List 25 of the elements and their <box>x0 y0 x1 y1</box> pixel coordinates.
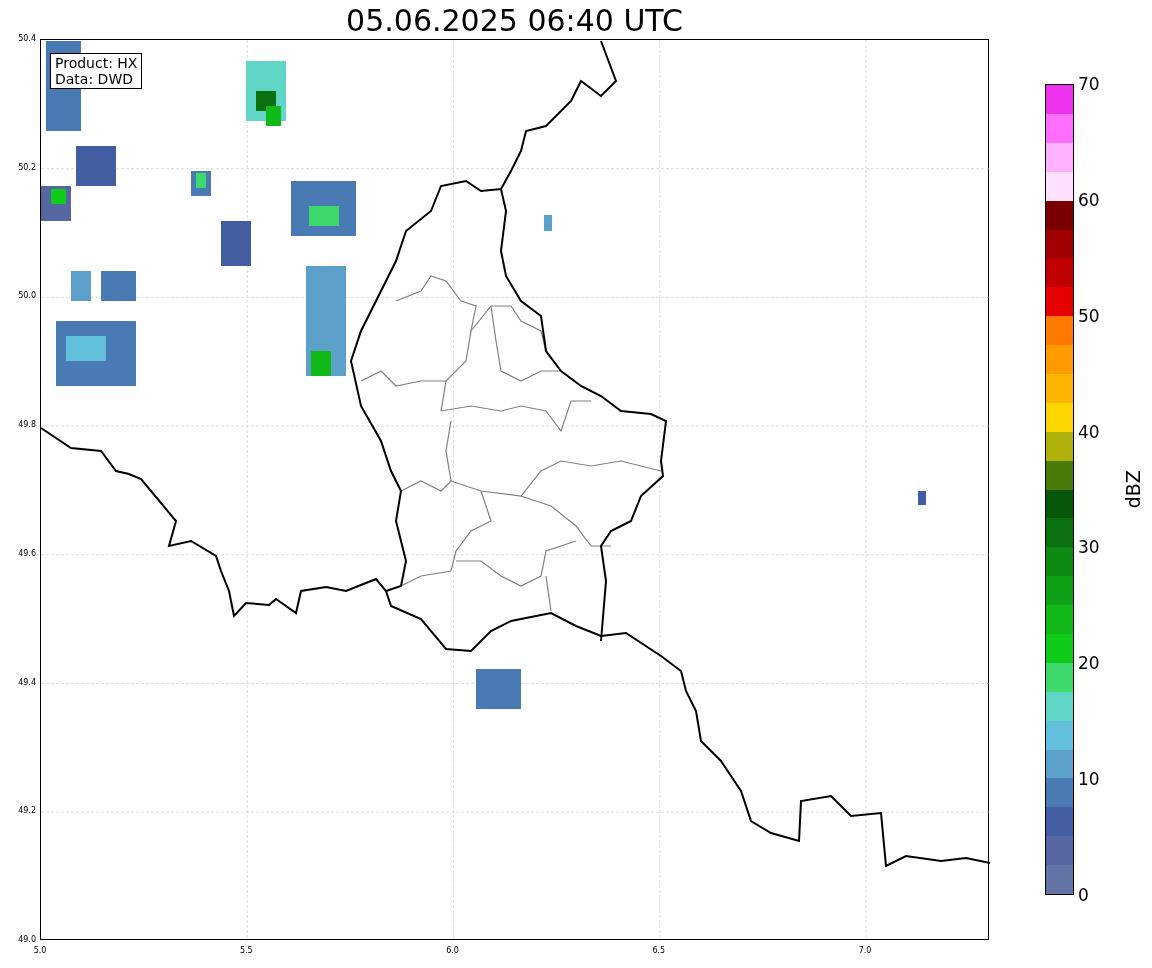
info-text: Product: HX <box>55 55 138 71</box>
y-tick-label: 49.6 <box>18 548 36 559</box>
y-tick-label: 50.0 <box>18 291 36 302</box>
y-tick-label: 49.0 <box>18 934 36 945</box>
x-tick-label: 5.0 <box>33 946 47 956</box>
info-text: Data: DWD <box>55 71 134 87</box>
x-tick-label: 6.0 <box>446 946 459 956</box>
colorbar-tick-label: 40 <box>1077 421 1100 442</box>
y-tick-label: 49.2 <box>18 806 36 817</box>
x-tick-label: 7.0 <box>858 946 872 956</box>
y-tick-label: 49.4 <box>18 677 36 688</box>
x-tick-label: 5.5 <box>239 946 253 956</box>
colorbar-tick-label: 70 <box>1077 74 1100 94</box>
colorbar-tick-label: 30 <box>1077 537 1100 558</box>
y-tick-label: 49.8 <box>18 420 36 431</box>
colorbar-tick-label: 20 <box>1077 653 1100 674</box>
chart-title: 05.06.2025 06:40 UTC <box>346 3 683 39</box>
x-tick-label: 6.5 <box>652 946 666 956</box>
colorbar-tick-label: 10 <box>1077 769 1100 790</box>
y-tick-label: 50.4 <box>18 34 36 44</box>
colorbar-tick-label: 0 <box>1077 885 1089 905</box>
colorbar-tick-label: 50 <box>1077 305 1100 326</box>
colorbar-tick-label: 60 <box>1077 189 1100 210</box>
y-tick-label: 50.2 <box>18 162 36 173</box>
colorbar-label: dBZ <box>1120 470 1145 509</box>
